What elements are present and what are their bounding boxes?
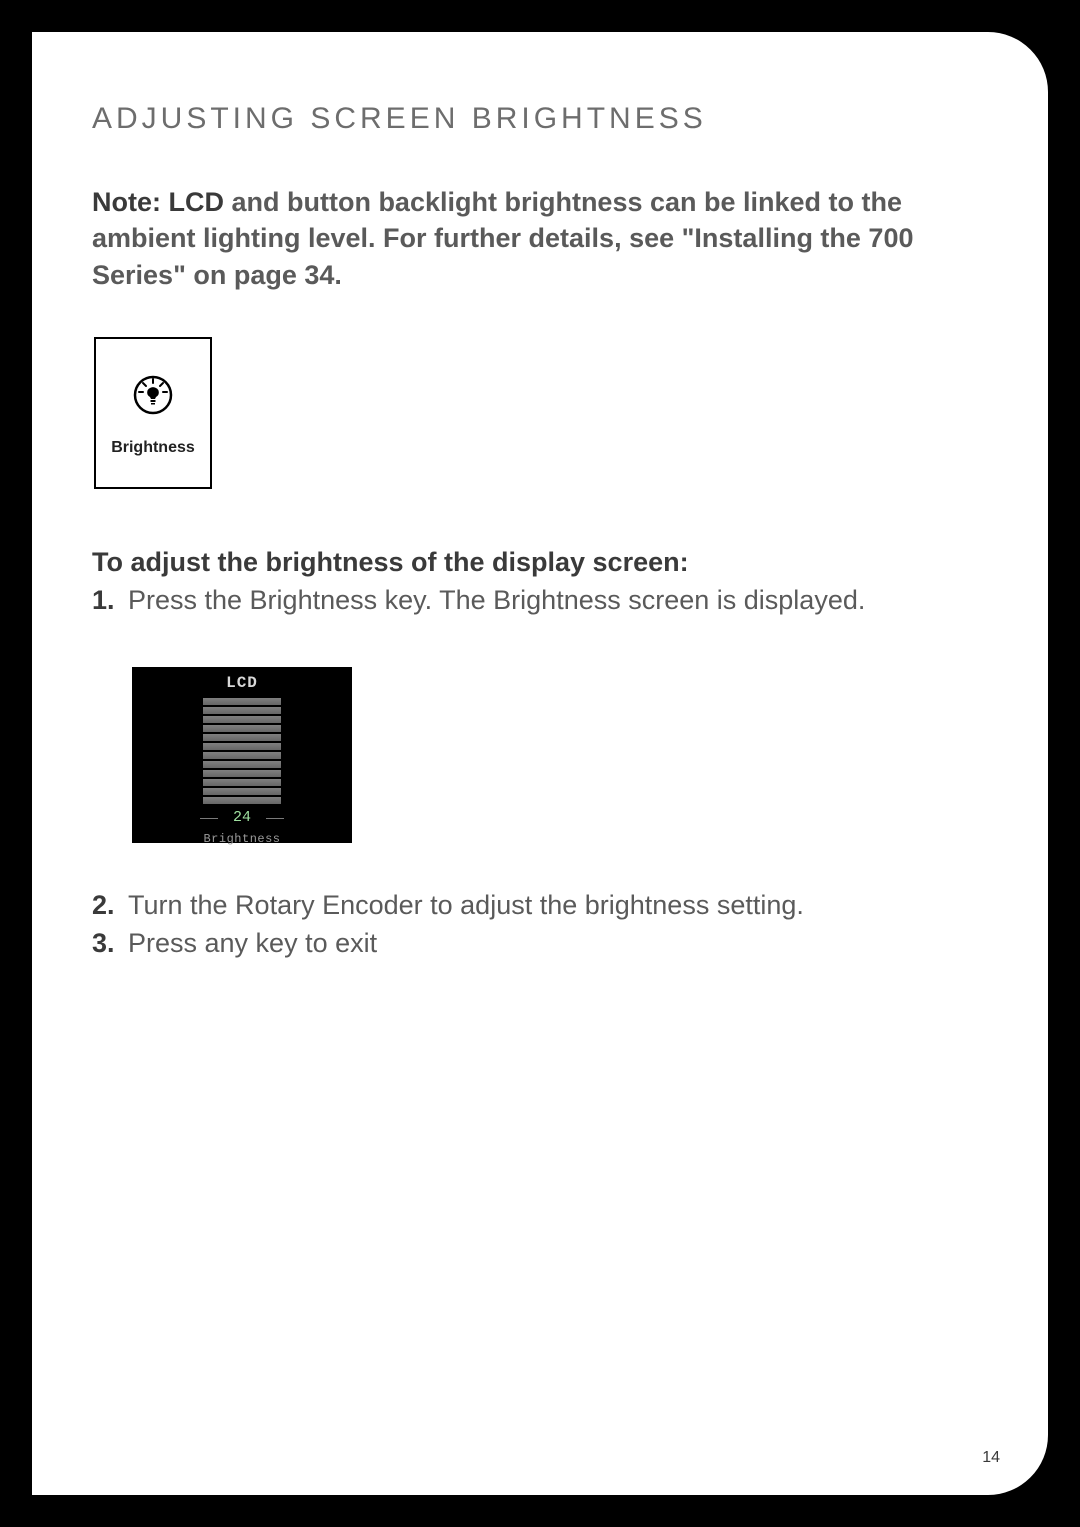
lcd-bar — [203, 752, 281, 759]
step-item: Turn the Rotary Encoder to adjust the br… — [92, 887, 988, 923]
lcd-bar — [203, 707, 281, 714]
steps-list: Press the Brightness key. The Brightness… — [92, 582, 988, 961]
lcd-caption: Brightness — [142, 831, 342, 847]
lcd-screenshot: LCD 24 Brightness — [132, 667, 352, 843]
lcd-bar — [203, 761, 281, 768]
lcd-value: 24 — [142, 808, 342, 828]
brightness-key-figure: Brightness — [94, 337, 212, 489]
lcd-bar — [203, 797, 281, 804]
lcd-bar — [203, 698, 281, 705]
step-text: Turn the Rotary Encoder to adjust the br… — [128, 890, 804, 920]
steps-heading: To adjust the brightness of the display … — [92, 547, 988, 578]
lcd-bar — [203, 725, 281, 732]
note-lead: Note: LCD — [92, 187, 224, 217]
manual-page: ADJUSTING SCREEN BRIGHTNESS Note: LCD an… — [32, 32, 1048, 1495]
lcd-bar-stack — [203, 696, 281, 806]
section-title: ADJUSTING SCREEN BRIGHTNESS — [92, 102, 988, 136]
page-number: 14 — [982, 1449, 1000, 1467]
brightness-icon — [128, 370, 178, 439]
step-item: Press any key to exit — [92, 925, 988, 961]
step-item: Press the Brightness key. The Brightness… — [92, 582, 988, 842]
lcd-title: LCD — [142, 673, 342, 695]
lcd-bar — [203, 716, 281, 723]
brightness-key-label: Brightness — [111, 439, 195, 457]
lcd-bar — [203, 743, 281, 750]
lcd-bar — [203, 770, 281, 777]
lcd-bar — [203, 734, 281, 741]
step-text: Press any key to exit — [128, 928, 377, 958]
note-paragraph: Note: LCD and button backlight brightnes… — [92, 184, 988, 293]
lcd-bar — [203, 788, 281, 795]
step-text: Press the Brightness key. The Brightness… — [128, 585, 865, 615]
lcd-bar — [203, 779, 281, 786]
